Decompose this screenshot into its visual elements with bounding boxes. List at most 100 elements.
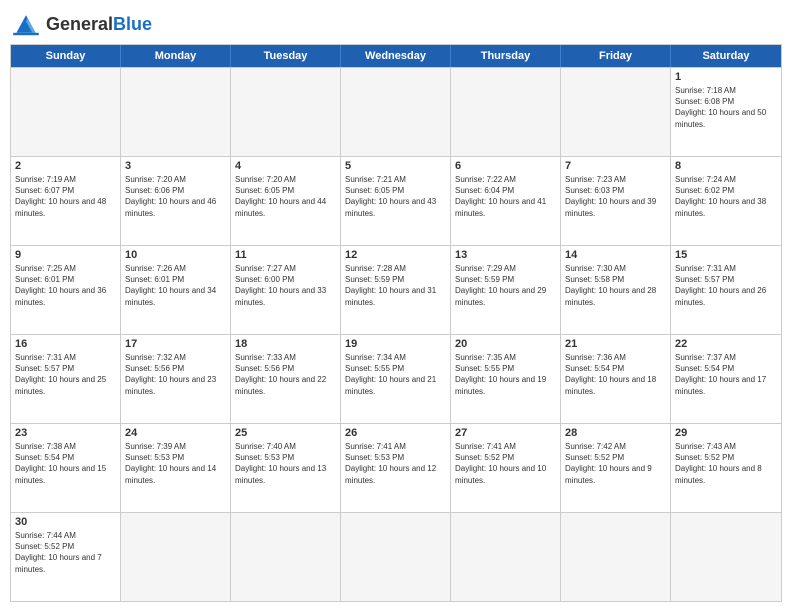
week-row-0: 1Sunrise: 7:18 AMSunset: 6:08 PMDaylight…: [11, 67, 781, 156]
day-number: 28: [565, 427, 666, 439]
cal-cell: 28 Sunrise: 7:42 AMSunset: 5:52 PMDayligh…: [561, 424, 671, 512]
cal-cell: 2 Sunrise: 7:19 AMSunset: 6:07 PMDaylight…: [11, 157, 121, 245]
header-day-thursday: Thursday: [451, 45, 561, 67]
day-number: 14: [565, 249, 666, 261]
day-number: 2: [15, 160, 116, 172]
cal-cell: 30 Sunrise: 7:44 AMSunset: 5:52 PMDayligh…: [11, 513, 121, 601]
cell-info: Sunrise: 7:42 AMSunset: 5:52 PMDaylight:…: [565, 441, 666, 486]
day-number: 20: [455, 338, 556, 350]
cal-cell: [341, 68, 451, 156]
cal-cell: 9 Sunrise: 7:25 AMSunset: 6:01 PMDaylight…: [11, 246, 121, 334]
cal-cell: [451, 68, 561, 156]
cal-cell: 10 Sunrise: 7:26 AMSunset: 6:01 PMDayligh…: [121, 246, 231, 334]
cell-info: Sunrise: 7:41 AMSunset: 5:53 PMDaylight:…: [345, 441, 446, 486]
calendar: SundayMondayTuesdayWednesdayThursdayFrid…: [10, 44, 782, 602]
cal-cell: 7 Sunrise: 7:23 AMSunset: 6:03 PMDaylight…: [561, 157, 671, 245]
week-row-4: 23Sunrise: 7:38 AMSunset: 5:54 PMDayligh…: [11, 423, 781, 512]
cell-info: Sunrise: 7:29 AMSunset: 5:59 PMDaylight:…: [455, 263, 556, 308]
day-number: 7: [565, 160, 666, 172]
day-number: 9: [15, 249, 116, 261]
cell-info: Sunrise: 7:20 AMSunset: 6:05 PMDaylight:…: [235, 174, 336, 219]
day-number: 6: [455, 160, 556, 172]
cell-info: Sunrise: 7:41 AMSunset: 5:52 PMDaylight:…: [455, 441, 556, 486]
day-number: 30: [15, 516, 116, 528]
cal-cell: 18Sunrise: 7:33 AMSunset: 5:56 PMDayligh…: [231, 335, 341, 423]
cell-info: Sunrise: 7:19 AMSunset: 6:07 PMDaylight:…: [15, 174, 116, 219]
cell-info: Sunrise: 7:27 AMSunset: 6:00 PMDaylight:…: [235, 263, 336, 308]
cal-cell: [231, 513, 341, 601]
day-number: 18: [235, 338, 336, 350]
day-number: 29: [675, 427, 777, 439]
cell-info: Sunrise: 7:18 AMSunset: 6:08 PMDaylight:…: [675, 85, 777, 130]
week-row-2: 9 Sunrise: 7:25 AMSunset: 6:01 PMDaylight…: [11, 245, 781, 334]
cal-cell: 1Sunrise: 7:18 AMSunset: 6:08 PMDaylight…: [671, 68, 781, 156]
cal-cell: 27 Sunrise: 7:41 AMSunset: 5:52 PMDayligh…: [451, 424, 561, 512]
cell-info: Sunrise: 7:31 AMSunset: 5:57 PMDaylight:…: [675, 263, 777, 308]
cell-info: Sunrise: 7:23 AMSunset: 6:03 PMDaylight:…: [565, 174, 666, 219]
day-number: 15: [675, 249, 777, 261]
header-day-monday: Monday: [121, 45, 231, 67]
cal-cell: [231, 68, 341, 156]
cell-info: Sunrise: 7:44 AMSunset: 5:52 PMDaylight:…: [15, 530, 116, 575]
cell-info: Sunrise: 7:21 AMSunset: 6:05 PMDaylight:…: [345, 174, 446, 219]
day-number: 17: [125, 338, 226, 350]
cell-info: Sunrise: 7:36 AMSunset: 5:54 PMDaylight:…: [565, 352, 666, 397]
day-number: 22: [675, 338, 777, 350]
header: GeneralBlue: [10, 10, 782, 38]
day-number: 21: [565, 338, 666, 350]
day-number: 27: [455, 427, 556, 439]
cell-info: Sunrise: 7:39 AMSunset: 5:53 PMDaylight:…: [125, 441, 226, 486]
cal-cell: 26Sunrise: 7:41 AMSunset: 5:53 PMDayligh…: [341, 424, 451, 512]
cal-cell: [341, 513, 451, 601]
day-number: 10: [125, 249, 226, 261]
cal-cell: 19 Sunrise: 7:34 AMSunset: 5:55 PMDayligh…: [341, 335, 451, 423]
cal-cell: 15 Sunrise: 7:31 AMSunset: 5:57 PMDayligh…: [671, 246, 781, 334]
day-number: 25: [235, 427, 336, 439]
cal-cell: 13 Sunrise: 7:29 AMSunset: 5:59 PMDayligh…: [451, 246, 561, 334]
cal-cell: [561, 68, 671, 156]
cal-cell: 24Sunrise: 7:39 AMSunset: 5:53 PMDayligh…: [121, 424, 231, 512]
header-day-sunday: Sunday: [11, 45, 121, 67]
cal-cell: 14 Sunrise: 7:30 AMSunset: 5:58 PMDayligh…: [561, 246, 671, 334]
cell-info: Sunrise: 7:38 AMSunset: 5:54 PMDaylight:…: [15, 441, 116, 486]
cell-info: Sunrise: 7:30 AMSunset: 5:58 PMDaylight:…: [565, 263, 666, 308]
logo: GeneralBlue: [10, 10, 152, 38]
cell-info: Sunrise: 7:24 AMSunset: 6:02 PMDaylight:…: [675, 174, 777, 219]
cell-info: Sunrise: 7:31 AMSunset: 5:57 PMDaylight:…: [15, 352, 116, 397]
header-day-tuesday: Tuesday: [231, 45, 341, 67]
cell-info: Sunrise: 7:26 AMSunset: 6:01 PMDaylight:…: [125, 263, 226, 308]
day-number: 5: [345, 160, 446, 172]
logo-icon: [10, 10, 42, 38]
cal-cell: 3Sunrise: 7:20 AMSunset: 6:06 PMDaylight…: [121, 157, 231, 245]
day-number: 19: [345, 338, 446, 350]
cal-cell: [11, 68, 121, 156]
cell-info: Sunrise: 7:32 AMSunset: 5:56 PMDaylight:…: [125, 352, 226, 397]
cal-cell: 17 Sunrise: 7:32 AMSunset: 5:56 PMDayligh…: [121, 335, 231, 423]
day-number: 11: [235, 249, 336, 261]
cell-info: Sunrise: 7:22 AMSunset: 6:04 PMDaylight:…: [455, 174, 556, 219]
cell-info: Sunrise: 7:25 AMSunset: 6:01 PMDaylight:…: [15, 263, 116, 308]
cal-cell: 4 Sunrise: 7:20 AMSunset: 6:05 PMDaylight…: [231, 157, 341, 245]
cal-cell: 11 Sunrise: 7:27 AMSunset: 6:00 PMDayligh…: [231, 246, 341, 334]
cal-cell: 25 Sunrise: 7:40 AMSunset: 5:53 PMDayligh…: [231, 424, 341, 512]
cell-info: Sunrise: 7:37 AMSunset: 5:54 PMDaylight:…: [675, 352, 777, 397]
day-number: 13: [455, 249, 556, 261]
calendar-body: 1Sunrise: 7:18 AMSunset: 6:08 PMDaylight…: [11, 67, 781, 601]
cal-cell: 12Sunrise: 7:28 AMSunset: 5:59 PMDayligh…: [341, 246, 451, 334]
cal-cell: 23Sunrise: 7:38 AMSunset: 5:54 PMDayligh…: [11, 424, 121, 512]
cell-info: Sunrise: 7:28 AMSunset: 5:59 PMDaylight:…: [345, 263, 446, 308]
logo-text: GeneralBlue: [46, 14, 152, 35]
cell-info: Sunrise: 7:34 AMSunset: 5:55 PMDaylight:…: [345, 352, 446, 397]
cal-cell: 20 Sunrise: 7:35 AMSunset: 5:55 PMDayligh…: [451, 335, 561, 423]
cell-info: Sunrise: 7:35 AMSunset: 5:55 PMDaylight:…: [455, 352, 556, 397]
cal-cell: 29 Sunrise: 7:43 AMSunset: 5:52 PMDayligh…: [671, 424, 781, 512]
day-number: 4: [235, 160, 336, 172]
cal-cell: [121, 68, 231, 156]
header-day-saturday: Saturday: [671, 45, 781, 67]
cal-cell: 21 Sunrise: 7:36 AMSunset: 5:54 PMDayligh…: [561, 335, 671, 423]
cell-info: Sunrise: 7:20 AMSunset: 6:06 PMDaylight:…: [125, 174, 226, 219]
cell-info: Sunrise: 7:40 AMSunset: 5:53 PMDaylight:…: [235, 441, 336, 486]
day-number: 8: [675, 160, 777, 172]
cell-info: Sunrise: 7:43 AMSunset: 5:52 PMDaylight:…: [675, 441, 777, 486]
week-row-5: 30 Sunrise: 7:44 AMSunset: 5:52 PMDayligh…: [11, 512, 781, 601]
